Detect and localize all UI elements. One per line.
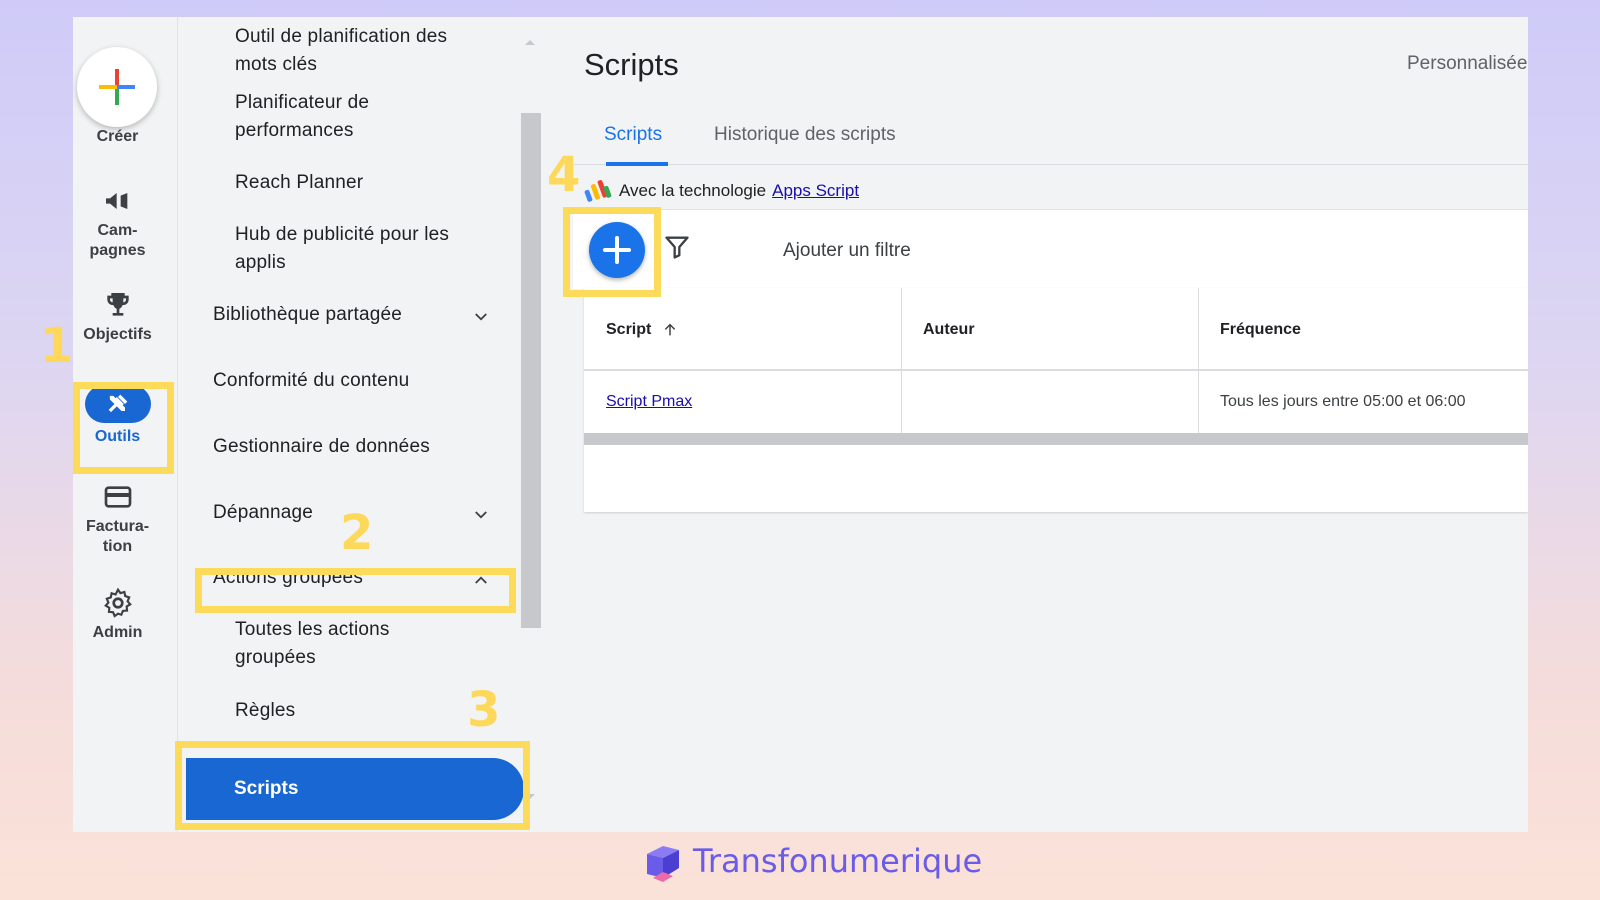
column-header-author[interactable]: Auteur — [901, 288, 1198, 371]
credit-card-icon — [104, 486, 131, 508]
scroll-up-arrow-icon[interactable] — [523, 37, 537, 47]
megaphone-icon — [105, 193, 127, 209]
script-link[interactable]: Script Pmax — [606, 393, 692, 410]
sort-ascending-icon — [664, 323, 675, 336]
nav-scrollbar[interactable] — [521, 113, 541, 628]
rail-item-billing[interactable]: Factura- tion — [73, 481, 162, 557]
page-title: Scripts — [584, 47, 679, 82]
powered-by-text: Avec la technologie — [619, 181, 767, 200]
highlight-scripts — [175, 741, 530, 830]
rail-item-goals[interactable]: Objectifs — [73, 289, 162, 345]
table-toolbar — [573, 209, 1528, 289]
highlight-bulk-actions — [195, 568, 516, 613]
highlight-tools — [73, 382, 174, 474]
goals-label: Objectifs — [83, 326, 152, 343]
brand-logo-icon — [647, 846, 679, 882]
admin-label: Admin — [92, 624, 143, 641]
rail-item-admin[interactable]: Admin — [73, 587, 162, 643]
nav-item-all-bulk-actions[interactable]: Toutes les actions groupées — [235, 616, 435, 672]
date-range-selector[interactable]: Personnalisée — [1407, 53, 1527, 75]
column-header-script-label: Script — [606, 321, 652, 338]
nav-item-keyword-planner[interactable]: Outil de planification des mots clés — [235, 23, 475, 79]
nav-item-app-hub[interactable]: Hub de publicité pour les applis — [235, 221, 485, 277]
step-number-1: 1 — [40, 318, 74, 374]
table-row-script-cell: Script Pmax — [584, 371, 901, 433]
gear-icon — [103, 587, 132, 618]
nav-item-reach-planner[interactable]: Reach Planner — [235, 169, 363, 197]
nav-item-data-manager[interactable]: Gestionnaire de données — [213, 433, 430, 461]
column-header-frequency[interactable]: Fréquence — [1198, 288, 1528, 371]
scripts-table: Script Auteur Fréquence Script Pmax Tous… — [584, 288, 1528, 512]
trophy-icon — [106, 293, 129, 316]
chevron-down-icon[interactable] — [472, 308, 490, 326]
highlight-add-button — [563, 207, 661, 297]
nav-item-shared-library[interactable]: Bibliothèque partagée — [213, 301, 402, 329]
table-row-frequency-cell: Tous les jours entre 05:00 et 06:00 — [1220, 393, 1466, 410]
step-number-4: 4 — [547, 147, 581, 203]
nav-item-content-suitability[interactable]: Conformité du contenu — [213, 367, 409, 395]
tabs-divider — [573, 164, 1528, 165]
tab-scripts-history[interactable]: Historique des scripts — [714, 122, 896, 148]
chevron-down-icon[interactable] — [472, 506, 490, 524]
nav-item-rules[interactable]: Règles — [235, 697, 295, 725]
tab-active-indicator — [606, 162, 668, 166]
apps-script-logo-icon — [584, 180, 612, 202]
nav-item-performance-planner[interactable]: Planificateur de performances — [235, 89, 435, 145]
add-filter-button[interactable]: Ajouter un filtre — [783, 240, 911, 262]
billing-label: Factura- tion — [85, 518, 150, 555]
rail-create-label-wrap: Créer — [73, 127, 162, 147]
apps-script-link[interactable]: Apps Script — [772, 181, 859, 201]
brand-name: Transfonumerique — [693, 842, 983, 880]
app-window: Créer Cam- pagnes Objectifs Outils Factu… — [73, 17, 1528, 832]
step-number-2: 2 — [340, 505, 374, 561]
horizontal-scrollbar[interactable] — [584, 433, 1528, 445]
create-button[interactable] — [77, 47, 157, 127]
campaigns-label: Cam- pagnes — [89, 222, 146, 259]
step-number-3: 3 — [467, 682, 501, 738]
create-label: Créer — [96, 128, 139, 145]
nav-item-troubleshooting[interactable]: Dépannage — [213, 499, 313, 527]
brand-footer: Transfonumerique — [643, 840, 982, 882]
tab-scripts[interactable]: Scripts — [604, 122, 662, 148]
filter-icon[interactable] — [663, 233, 691, 261]
plus-icon — [99, 69, 135, 105]
powered-by-row: Avec la technologie Apps Script — [583, 175, 859, 207]
column-header-script[interactable]: Script — [584, 288, 901, 371]
rail-item-campaigns[interactable]: Cam- pagnes — [73, 185, 162, 261]
table-row-author-cell — [901, 371, 1198, 433]
